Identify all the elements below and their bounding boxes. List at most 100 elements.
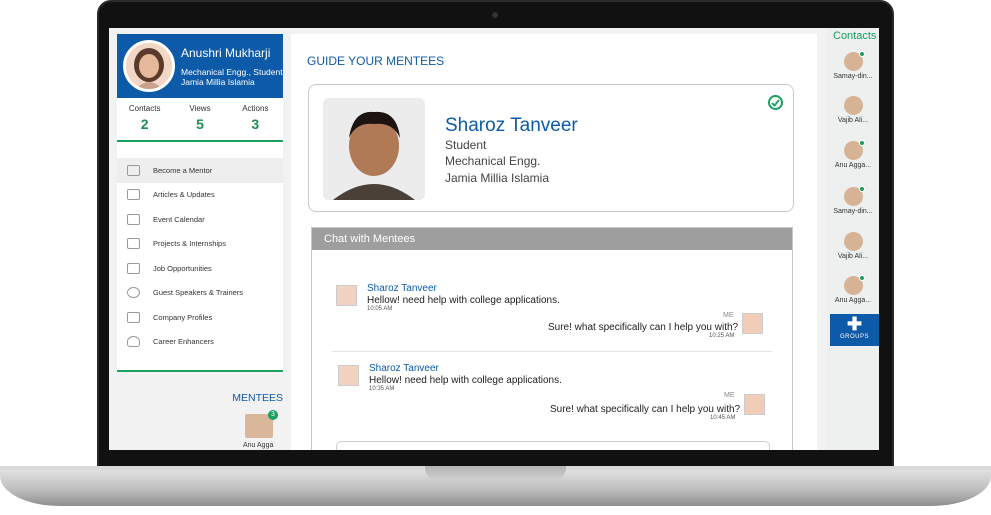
laptop-mockup: Anushri Mukharji Mechanical Engg., Stude… — [0, 0, 991, 515]
profile-name: Anushri Mukharji — [181, 46, 271, 60]
sidebar-item-career-enhancers[interactable]: Career Enhancers — [117, 330, 283, 355]
stat-label: Actions — [242, 104, 269, 113]
me-label: ME — [723, 312, 734, 319]
sidebar-item-label: Event Calendar — [153, 214, 205, 224]
webcam — [492, 12, 498, 18]
sidebar-item-label: Company Profiles — [153, 312, 213, 322]
sender-name[interactable]: Sharoz Tanveer — [367, 283, 437, 294]
contact-avatar — [843, 96, 863, 115]
check-icon[interactable] — [768, 95, 783, 110]
chat-panel: Chat with Mentees Sharoz Tanveer Hellow!… — [311, 227, 793, 450]
mentee-photo — [323, 98, 425, 200]
groups-label: GROUPS — [839, 334, 869, 340]
speaker-icon — [127, 287, 140, 299]
my-avatar[interactable] — [742, 313, 763, 334]
mentee-count-badge: 3 — [268, 410, 278, 420]
document-icon — [127, 238, 140, 250]
page-title: GUIDE YOUR MENTEES — [307, 54, 445, 68]
stats-row: Contacts 2 Views 5 Actions 3 — [117, 98, 283, 142]
divider — [332, 351, 772, 352]
building-icon — [127, 311, 140, 323]
reply-text: Sure! what specifically can I help you w… — [548, 322, 739, 333]
contact-item[interactable]: Anu Agga... — [827, 140, 879, 169]
sender-avatar[interactable] — [338, 365, 359, 386]
sidebar-item-label: Guest Speakers & Trainers — [153, 288, 244, 298]
online-indicator — [858, 51, 865, 57]
sidebar-item-jobs[interactable]: Job Opportunities — [117, 256, 283, 281]
mentees-section: MENTEES 3 Anu Agga — [117, 370, 283, 450]
stat-label: Contacts — [128, 104, 161, 113]
contacts-title: Contacts — [833, 30, 877, 42]
sidebar-item-become-a-mentor[interactable]: Become a Mentor — [117, 158, 283, 183]
me-label: ME — [724, 392, 735, 399]
sender-name[interactable]: Sharoz Tanveer — [369, 363, 439, 374]
check-mark — [771, 99, 780, 107]
stat-label: Views — [189, 104, 211, 113]
mentee-role: Student — [445, 138, 487, 152]
contact-name: Anu Agga... — [834, 297, 872, 304]
chat-header: Chat with Mentees — [312, 228, 792, 250]
stat-value: 3 — [251, 116, 260, 132]
my-avatar[interactable] — [744, 394, 765, 415]
sidebar-item-label: Projects & Internships — [153, 239, 226, 249]
calendar-icon — [127, 213, 140, 225]
reply-text: Sure! what specifically can I help you w… — [550, 404, 741, 415]
contact-name: Samay-din... — [833, 208, 873, 215]
mentee-dept: Mechanical Engg. — [445, 154, 541, 168]
main-panel: GUIDE YOUR MENTEES Sharoz Tanveer Studen… — [291, 34, 817, 450]
sidebar-item-company-profiles[interactable]: Company Profiles — [117, 305, 283, 330]
chat-input[interactable] — [336, 441, 770, 450]
profile-avatar[interactable] — [123, 40, 175, 92]
mentee-name: Anu Agga — [243, 442, 274, 449]
mentee-name: Sharoz Tanveer — [445, 115, 578, 136]
mentee-portrait — [323, 98, 425, 200]
sidebar-item-articles[interactable]: Articles & Updates — [117, 183, 283, 208]
contact-avatar — [843, 275, 865, 295]
contact-name: Samay-din... — [833, 73, 873, 80]
online-indicator — [858, 275, 865, 281]
left-sidebar: Anushri Mukharji Mechanical Engg., Stude… — [117, 34, 283, 450]
mentee-college: Jamia Millia Islamia — [445, 171, 550, 185]
message-time: 10:35 AM — [369, 386, 395, 392]
app-screen: Anushri Mukharji Mechanical Engg., Stude… — [109, 28, 879, 450]
message-text: Hellow! need help with college applicati… — [369, 375, 562, 386]
stat-views[interactable]: Views 5 — [172, 98, 227, 140]
sidebar-item-projects[interactable]: Projects & Internships — [117, 232, 283, 257]
stat-actions[interactable]: Actions 3 — [228, 98, 283, 140]
contact-name: Vajib Ali... — [837, 117, 869, 124]
briefcase-icon — [127, 262, 140, 274]
stat-value: 5 — [196, 116, 204, 132]
contact-name: Anu Agga... — [834, 162, 872, 169]
profile-college: Jamia Millia Islamia — [181, 77, 255, 87]
contact-item[interactable]: Samay-din... — [827, 186, 879, 215]
online-indicator — [858, 186, 865, 192]
message-time: 10:05 AM — [367, 306, 393, 312]
contact-item[interactable]: Anu Agga... — [827, 275, 879, 304]
contact-item[interactable]: Vajib Ali... — [827, 232, 879, 260]
sidebar-item-label: Become a Mentor — [153, 165, 213, 175]
contact-avatar — [843, 140, 865, 160]
sidebar-item-label: Career Enhancers — [153, 337, 214, 347]
sidebar-item-guest-speakers[interactable]: Guest Speakers & Trainers — [117, 281, 283, 306]
sidebar-item-event-calendar[interactable]: Event Calendar — [117, 207, 283, 232]
mentee-avatar[interactable]: 3 — [245, 410, 278, 438]
online-indicator — [858, 140, 865, 146]
edit-icon — [127, 189, 140, 201]
profile-dept: Mechanical Engg., Student — [181, 67, 283, 77]
plus-icon: ✚ — [846, 314, 863, 334]
sidebar-menu: Become a Mentor Articles & Updates Event… — [117, 158, 283, 354]
sender-avatar[interactable] — [336, 285, 357, 306]
stat-contacts[interactable]: Contacts 2 — [117, 98, 172, 140]
contact-item[interactable]: Vajib Ali... — [827, 96, 879, 124]
contact-avatar — [843, 186, 865, 206]
lightbulb-icon — [127, 336, 140, 348]
laptop-notch — [425, 466, 566, 480]
stat-value: 2 — [140, 116, 149, 132]
groups-button[interactable]: ✚ GROUPS — [830, 314, 879, 346]
contact-avatar — [843, 232, 863, 251]
profile-photo — [126, 43, 172, 89]
mentor-icon — [127, 164, 140, 176]
contact-item[interactable]: Samay-din... — [827, 51, 879, 80]
message-text: Hellow! need help with college applicati… — [367, 295, 560, 306]
profile-header: Anushri Mukharji Mechanical Engg., Stude… — [117, 34, 283, 98]
